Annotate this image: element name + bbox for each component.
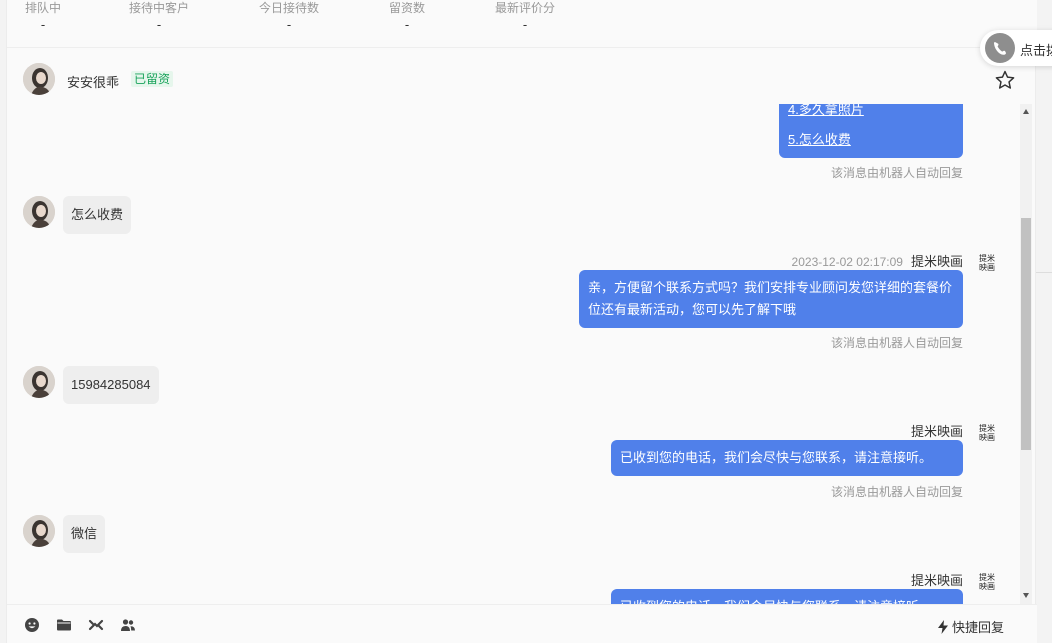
scroll-down-arrow-icon[interactable] xyxy=(1023,593,1029,598)
stat-value: - xyxy=(40,17,46,32)
stat-leads: 留资数 - xyxy=(387,0,427,34)
robot-note: 该消息由机器人自动回复 xyxy=(830,485,963,499)
users-icon[interactable] xyxy=(120,617,136,633)
message-time: 2023-12-02 02:17:09 xyxy=(791,255,903,269)
stat-serving: 接待中客户 - xyxy=(127,0,191,34)
call-widget[interactable]: 点击拨 xyxy=(980,30,1052,66)
favorite-star-icon[interactable] xyxy=(994,69,1016,91)
sender-name: 提米映画 xyxy=(910,424,963,439)
customer-name: 安安很乖 xyxy=(67,75,120,90)
phone-icon xyxy=(985,33,1015,63)
chat-panel: 排队中 - 接待中客户 - 今日接待数 - 留资数 - 最新评价分 - 安安很乖… xyxy=(6,0,1037,643)
brand-logo: 提米 映画 xyxy=(975,254,999,280)
message-meta: 2023-12-02 02:17:09 提米映画 xyxy=(792,251,963,270)
message-scrollbar[interactable] xyxy=(1020,104,1032,604)
lead-status-badge: 已留资 xyxy=(131,71,174,87)
stat-label: 接待中客户 xyxy=(128,1,189,15)
bot-menu-bubble: 4.多久拿照片 5.怎么收费 xyxy=(779,104,963,158)
stat-today: 今日接待数 - xyxy=(257,0,321,34)
sender-name: 提米映画 xyxy=(910,573,963,588)
input-toolbar: 快捷回复 xyxy=(7,604,1037,643)
scrollbar-thumb[interactable] xyxy=(1021,218,1031,450)
emoji-icon[interactable] xyxy=(24,617,40,633)
stat-label: 今日接待数 xyxy=(258,1,319,15)
stat-rating: 最新评价分 - xyxy=(493,0,557,34)
logo-line: 提米 xyxy=(979,573,995,582)
stats-bar: 排队中 - 接待中客户 - 今日接待数 - 留资数 - 最新评价分 - xyxy=(7,0,1037,48)
quick-reply-label: 快捷回复 xyxy=(952,620,1005,635)
agent-message: 亲，方便留个联系方式吗？我们安排专业顾问发您详细的套餐价位还有最新活动，您可以先… xyxy=(579,270,963,328)
logo-line: 映画 xyxy=(979,582,995,591)
scroll-up-arrow-icon[interactable] xyxy=(1023,109,1029,114)
logo-line: 提米 xyxy=(979,254,995,263)
customer-message: 怎么收费 xyxy=(63,196,132,234)
customer-avatar[interactable] xyxy=(23,63,55,95)
stat-value: - xyxy=(156,17,162,32)
customer-avatar xyxy=(23,515,55,547)
lightning-icon xyxy=(938,620,948,634)
logo-line: 映画 xyxy=(979,263,995,272)
chat-header: 安安很乖 已留资 xyxy=(7,48,1037,104)
folder-icon[interactable] xyxy=(56,617,72,633)
call-label: 点击拨 xyxy=(1020,43,1052,58)
robot-note: 该消息由机器人自动回复 xyxy=(830,336,963,350)
menu-link[interactable]: 4.多久拿照片 xyxy=(788,104,954,121)
logo-line: 映画 xyxy=(979,433,995,442)
customer-avatar xyxy=(23,366,55,398)
logo-line: 提米 xyxy=(979,424,995,433)
sender-name: 提米映画 xyxy=(910,254,963,269)
stat-label: 最新评价分 xyxy=(494,1,555,15)
brand-logo: 提米 映画 xyxy=(975,424,999,450)
message-list: 4.多久拿照片 5.怎么收费 该消息由机器人自动回复 怎么收费 2023-12-… xyxy=(7,104,1019,604)
quick-reply-button[interactable]: 快捷回复 xyxy=(937,617,1004,636)
stat-value: - xyxy=(522,17,528,32)
brand-logo: 提米 映画 xyxy=(975,573,999,599)
robot-note: 该消息由机器人自动回复 xyxy=(830,166,963,180)
stat-queue: 排队中 - xyxy=(23,0,63,34)
agent-message: 已收到您的电话，我们会尽快与您联系，请注意接听。 xyxy=(611,589,963,604)
transfer-icon[interactable] xyxy=(88,617,104,633)
stat-value: - xyxy=(404,17,410,32)
customer-avatar xyxy=(23,196,55,228)
stat-label: 留资数 xyxy=(388,1,425,15)
stat-label: 排队中 xyxy=(24,1,61,15)
customer-message: 微信 xyxy=(63,515,106,553)
customer-message: 15984285084 xyxy=(63,366,159,404)
menu-link[interactable]: 5.怎么收费 xyxy=(788,129,954,151)
agent-message: 已收到您的电话，我们会尽快与您联系，请注意接听。 xyxy=(611,440,963,476)
stat-value: - xyxy=(286,17,292,32)
edge-divider xyxy=(1036,272,1052,273)
